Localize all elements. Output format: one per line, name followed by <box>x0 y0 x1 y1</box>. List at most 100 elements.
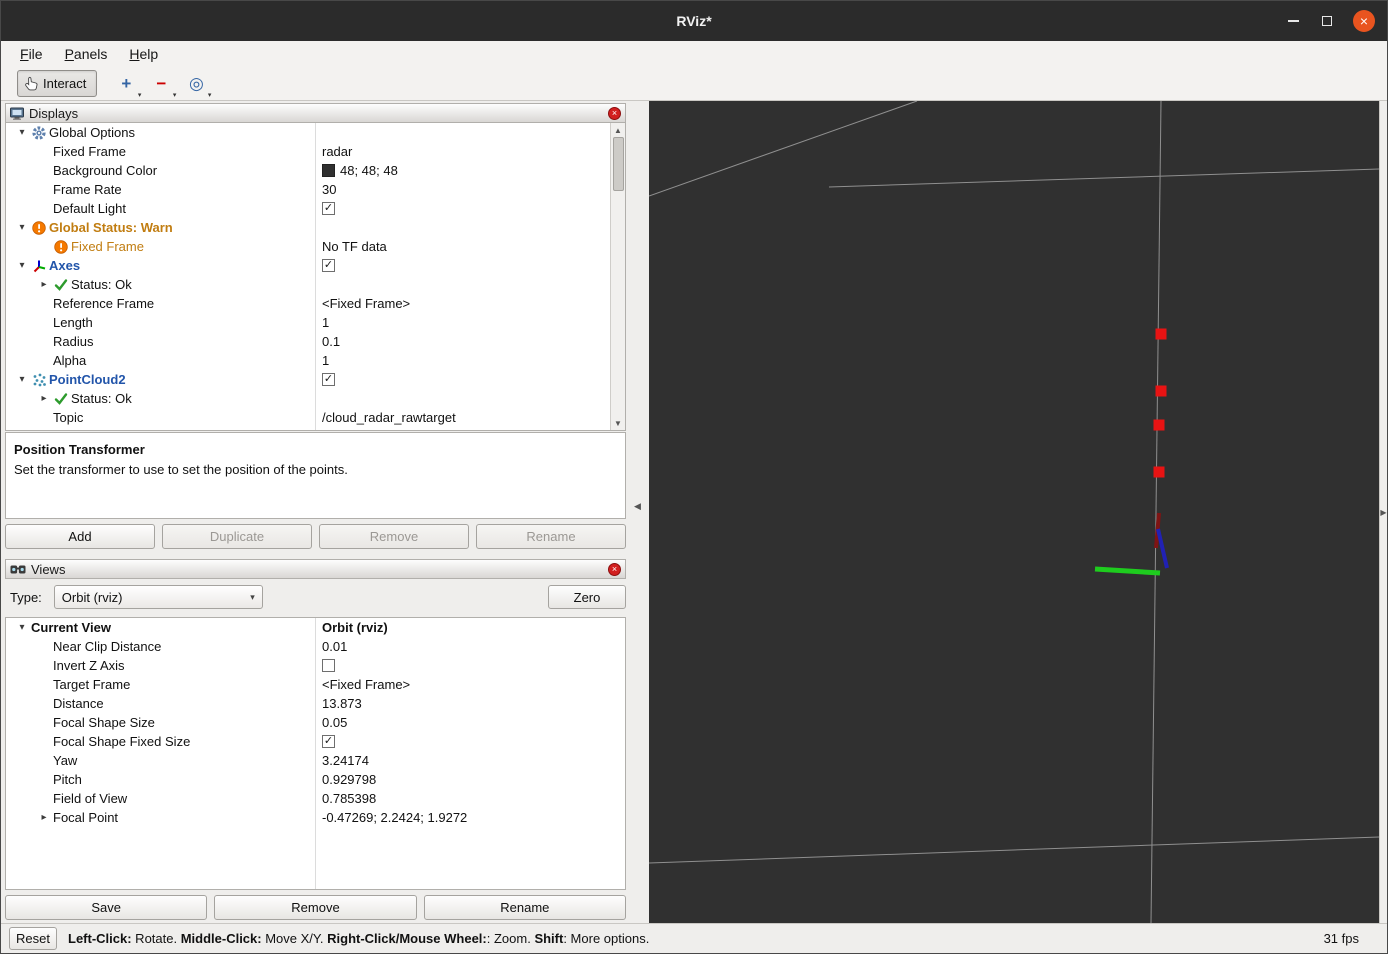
property-value-cell[interactable]: 1 <box>315 315 625 330</box>
property-name-cell: Alpha <box>6 353 315 368</box>
displays-row-status-ok[interactable]: ▸Status: Ok <box>6 275 625 294</box>
displays-row-radius[interactable]: Radius0.1 <box>6 332 625 351</box>
scroll-up-icon[interactable]: ▲ <box>611 123 626 137</box>
displays-close-button[interactable]: × <box>608 107 621 120</box>
fps-counter: 31 fps <box>1324 931 1359 946</box>
views-save-button[interactable]: Save <box>5 895 207 920</box>
3d-viewport[interactable] <box>649 101 1379 923</box>
scroll-down-icon[interactable]: ▼ <box>611 416 626 430</box>
displays-row-fixed-frame[interactable]: Fixed FrameNo TF data <box>6 237 625 256</box>
property-value-cell[interactable]: 0.785398 <box>315 791 625 806</box>
checkbox-checked[interactable]: ✓ <box>322 259 335 272</box>
title-bar[interactable]: RViz* × <box>1 1 1387 41</box>
views-panel-icon <box>10 564 26 575</box>
displays-row-status-ok[interactable]: ▸Status: Ok <box>6 389 625 408</box>
property-value-cell[interactable]: <Fixed Frame> <box>315 677 625 692</box>
menu-item-file[interactable]: File <box>9 43 54 65</box>
expand-arrow-icon[interactable]: ▸ <box>36 812 52 823</box>
displays-add-button[interactable]: Add <box>5 524 155 549</box>
property-value-cell[interactable]: radar <box>315 144 625 159</box>
collapse-arrow-icon[interactable]: ▾ <box>14 127 30 138</box>
property-value-cell[interactable]: ✓ <box>315 259 625 272</box>
checkbox-checked[interactable]: ✓ <box>322 735 335 748</box>
collapse-arrow-icon[interactable]: ▾ <box>14 374 30 385</box>
collapse-arrow-icon[interactable]: ▾ <box>14 622 30 633</box>
pointcloud-point-marker <box>1156 386 1167 397</box>
interact-tool-button[interactable]: Interact <box>17 70 97 97</box>
minimize-icon <box>1288 20 1299 22</box>
property-value-cell[interactable]: 0.05 <box>315 715 625 730</box>
collapse-arrow-icon[interactable]: ▾ <box>14 222 30 233</box>
warn-icon <box>52 240 70 254</box>
property-value-cell[interactable]: 0.1 <box>315 334 625 349</box>
expand-arrow-icon[interactable]: ▸ <box>36 393 52 404</box>
displays-row-default-light[interactable]: Default Light✓ <box>6 199 625 218</box>
checkbox-checked[interactable]: ✓ <box>322 373 335 386</box>
expand-arrow-icon[interactable]: ▸ <box>36 279 52 290</box>
splitter-collapse-left-icon[interactable]: ◀ <box>634 501 641 512</box>
property-value-cell[interactable]: 30 <box>315 182 625 197</box>
right-splitter-strip[interactable]: ▶ <box>1379 101 1387 923</box>
minimize-button[interactable] <box>1285 13 1301 29</box>
displays-row-global-status-warn[interactable]: ▾Global Status: Warn <box>6 218 625 237</box>
window-close-button[interactable]: × <box>1353 10 1375 32</box>
views-row-focal-shape-size[interactable]: Focal Shape Size0.05 <box>6 713 625 732</box>
property-name-cell: Fixed Frame <box>6 239 315 254</box>
property-value-cell[interactable]: 3.24174 <box>315 753 625 768</box>
views-row-focal-shape-fixed-size[interactable]: Focal Shape Fixed Size✓ <box>6 732 625 751</box>
views-row-focal-point[interactable]: ▸Focal Point-0.47269; 2.2424; 1.9272 <box>6 808 625 827</box>
displays-row-background-color[interactable]: Background Color48; 48; 48 <box>6 161 625 180</box>
views-row-field-of-view[interactable]: Field of View0.785398 <box>6 789 625 808</box>
property-value-cell[interactable]: 13.873 <box>315 696 625 711</box>
maximize-button[interactable] <box>1319 13 1335 29</box>
property-value-cell[interactable]: No TF data <box>315 239 625 254</box>
views-row-current-view[interactable]: ▾Current ViewOrbit (rviz) <box>6 618 625 637</box>
property-value-cell[interactable]: /cloud_radar_rawtarget <box>315 410 625 425</box>
property-value-cell[interactable] <box>315 659 625 672</box>
property-value-cell[interactable]: 1 <box>315 353 625 368</box>
scrollbar-thumb[interactable] <box>613 137 624 191</box>
displays-row-length[interactable]: Length1 <box>6 313 625 332</box>
property-value-cell[interactable]: ✓ <box>315 373 625 386</box>
displays-row-global-options[interactable]: ▾Global Options <box>6 123 625 142</box>
property-value-cell[interactable]: 0.929798 <box>315 772 625 787</box>
remove-tool-button[interactable]: −▾ <box>148 71 174 97</box>
displays-row-reference-frame[interactable]: Reference Frame<Fixed Frame> <box>6 294 625 313</box>
displays-row-alpha[interactable]: Alpha1 <box>6 351 625 370</box>
displays-row-frame-rate[interactable]: Frame Rate30 <box>6 180 625 199</box>
view-type-combobox[interactable]: Orbit (rviz) ▾ <box>54 585 263 609</box>
menu-item-panels[interactable]: Panels <box>54 43 119 65</box>
views-row-near-clip-distance[interactable]: Near Clip Distance0.01 <box>6 637 625 656</box>
property-label: Topic <box>53 410 83 425</box>
property-value-cell[interactable]: Orbit (rviz) <box>315 620 625 635</box>
property-value-cell[interactable]: 0.01 <box>315 639 625 654</box>
views-row-yaw[interactable]: Yaw3.24174 <box>6 751 625 770</box>
menu-item-help[interactable]: Help <box>118 43 169 65</box>
displays-row-topic[interactable]: Topic/cloud_radar_rawtarget <box>6 408 625 427</box>
views-panel-header[interactable]: Views × <box>5 559 626 579</box>
displays-row-axes[interactable]: ▾Axes✓ <box>6 256 625 275</box>
displays-panel-header[interactable]: Displays × <box>5 103 626 123</box>
zero-button[interactable]: Zero <box>548 585 626 609</box>
displays-row-fixed-frame[interactable]: Fixed Frameradar <box>6 142 625 161</box>
displays-scrollbar[interactable]: ▲ ▼ <box>610 123 625 430</box>
views-row-invert-z-axis[interactable]: Invert Z Axis <box>6 656 625 675</box>
views-row-distance[interactable]: Distance13.873 <box>6 694 625 713</box>
add-tool-button[interactable]: +▾ <box>113 71 139 97</box>
property-value-cell[interactable]: <Fixed Frame> <box>315 296 625 311</box>
checkbox-checked[interactable]: ✓ <box>322 202 335 215</box>
property-value-cell[interactable]: ✓ <box>315 202 625 215</box>
views-remove-button[interactable]: Remove <box>214 895 416 920</box>
views-row-target-frame[interactable]: Target Frame<Fixed Frame> <box>6 675 625 694</box>
views-close-button[interactable]: × <box>608 563 621 576</box>
focus-camera-tool-button[interactable]: ◎▾ <box>183 71 209 97</box>
collapse-arrow-icon[interactable]: ▾ <box>14 260 30 271</box>
displays-row-pointcloud2[interactable]: ▾PointCloud2✓ <box>6 370 625 389</box>
views-row-pitch[interactable]: Pitch0.929798 <box>6 770 625 789</box>
property-value-cell[interactable]: 48; 48; 48 <box>315 163 625 178</box>
reset-button[interactable]: Reset <box>9 927 57 950</box>
checkbox-unchecked[interactable] <box>322 659 335 672</box>
property-value-cell[interactable]: -0.47269; 2.2424; 1.9272 <box>315 810 625 825</box>
views-rename-button[interactable]: Rename <box>424 895 626 920</box>
property-value-cell[interactable]: ✓ <box>315 735 625 748</box>
